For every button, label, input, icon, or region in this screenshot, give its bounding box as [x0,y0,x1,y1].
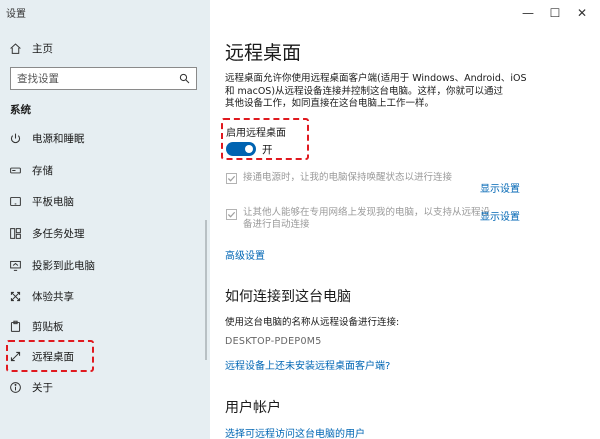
sidebar-item-home[interactable]: 主页 [0,35,210,61]
search-box[interactable] [10,67,197,90]
remote-desktop-toggle[interactable] [226,142,256,156]
description-line: 远程桌面允许你使用远程桌面客户端(适用于 Windows、Android、iOS [225,73,527,84]
toggle-knob [245,145,253,153]
power-icon [8,131,22,145]
app-title: 设置 [6,9,26,20]
toggle-caption: 启用远程桌面 [226,128,286,139]
discoverable-text: 让其他人能够在专用网络上发现我的电脑，以支持从远程设 备进行自动连接 [243,207,490,231]
advanced-settings-link[interactable]: 高级设置 [225,247,265,262]
sidebar-item-tablet[interactable]: 平板电脑 [0,188,210,214]
how-to-connect-heading: 如何连接到这台电脑 [225,289,351,305]
search-input[interactable] [11,72,172,85]
check-icon [227,211,236,218]
page-description: 远程桌面允许你使用远程桌面客户端(适用于 Windows、Android、iOS… [225,73,585,111]
info-icon [8,380,22,394]
home-icon [8,41,22,55]
keep-awake-checkbox[interactable] [226,173,237,184]
check-icon [227,175,236,182]
sidebar-item-label: 主页 [32,42,53,55]
section-label: 系统 [10,104,31,116]
pc-name: DESKTOP-PDEP0M5 [225,336,322,347]
sidebar-item-projection[interactable]: 投影到此电脑 [0,252,210,278]
user-accounts-heading: 用户帐户 [225,400,281,416]
storage-icon [8,163,22,177]
search-icon[interactable] [172,73,196,84]
discoverable-text-line: 让其他人能够在专用网络上发现我的电脑，以支持从远程设 [243,207,491,218]
tablet-icon [8,194,22,208]
projection-icon [8,258,22,272]
clipboard-icon [8,319,22,333]
select-users-link[interactable]: 选择可远程访问这台电脑的用户 [225,425,365,439]
sidebar-item-label: 平板电脑 [32,195,74,208]
description-line: 其他设备工作，如同直接在这台电脑上工作一样。 [225,98,435,109]
close-button[interactable]: ✕ [564,0,600,26]
sidebar-item-label: 体验共享 [32,290,74,303]
sidebar-scrollbar[interactable] [205,220,207,360]
sidebar-item-label: 投影到此电脑 [32,259,95,272]
show-settings-link-2[interactable]: 显示设置 [480,208,520,223]
sidebar-item-about[interactable]: 关于 [0,374,210,400]
sidebar-item-label: 多任务处理 [32,227,85,240]
multitasking-icon [8,226,22,240]
sidebar-item-multitasking[interactable]: 多任务处理 [0,220,210,246]
show-settings-link-1[interactable]: 显示设置 [480,180,520,195]
sidebar-item-storage[interactable]: 存储 [0,157,210,183]
toggle-state: 开 [262,144,273,156]
sidebar-item-label: 剪贴板 [32,320,64,333]
sidebar-item-label: 关于 [32,381,53,394]
share-icon [8,289,22,303]
keep-awake-text: 接通电源时，让我的电脑保持唤醒状态以进行连接 [243,172,453,183]
how-to-connect-text: 使用这台电脑的名称从远程设备进行连接: [225,317,400,328]
sidebar-item-share[interactable]: 体验共享 [0,283,210,309]
sidebar-item-label: 存储 [32,164,53,177]
description-line: 和 macOS)从远程设备连接并控制这台电脑。这样，你就可以通过 [225,85,504,97]
sidebar-item-label: 电源和睡眠 [32,132,85,145]
sidebar-item-power[interactable]: 电源和睡眠 [0,125,210,151]
discoverable-checkbox[interactable] [226,209,237,220]
sidebar: 设置 主页 系统 电源和睡眠 存储 平板电脑 多任务处理 [0,0,210,439]
discoverable-text-line: 备进行自动连接 [243,219,310,230]
remote-desktop-highlight [6,340,94,372]
sidebar-item-clipboard[interactable]: 剪贴板 [0,313,210,339]
no-client-link[interactable]: 远程设备上还未安装远程桌面客户端? [225,357,390,372]
page-title: 远程桌面 [225,42,302,64]
